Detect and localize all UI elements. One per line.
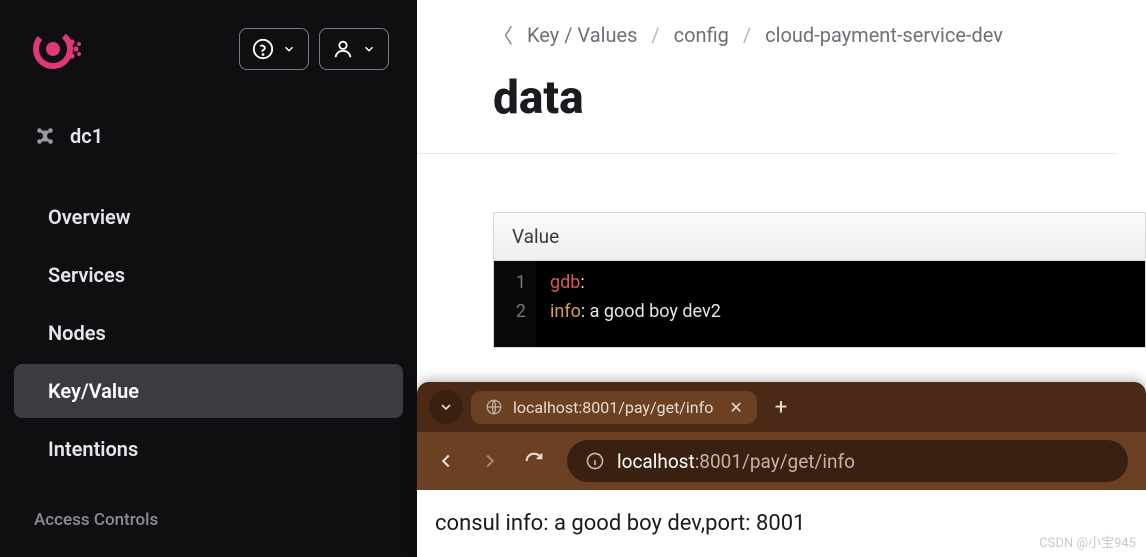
datacenter-selector[interactable]: dc1: [0, 108, 417, 164]
page-text: consul info: a good boy dev,port: 8001: [435, 511, 805, 536]
forward-button[interactable]: [479, 450, 501, 472]
top-controls: [239, 28, 389, 70]
value-header: Value: [494, 213, 1145, 261]
crumb-config[interactable]: config: [674, 23, 729, 47]
yaml-text: : a good boy dev2: [581, 301, 721, 322]
url-path: /pay/get/info: [742, 450, 855, 473]
browser-tab[interactable]: localhost:8001/pay/get/info ✕: [471, 391, 757, 424]
watermark: CSDN @小宝945: [1039, 532, 1136, 551]
breadcrumb: 〈 Key / Values / config / cloud-payment-…: [417, 20, 1146, 53]
nav-keyvalue[interactable]: Key/Value: [14, 364, 403, 418]
yaml-text: :: [580, 272, 584, 293]
info-icon: [585, 451, 605, 471]
url-port: :8001: [695, 450, 742, 473]
code-editor[interactable]: 1 2 gdb: info: a good boy dev2: [494, 261, 1145, 347]
value-panel: Value 1 2 gdb: info: a good boy dev2: [493, 212, 1146, 348]
section-access-controls: Access Controls: [0, 500, 417, 540]
tab-list-button[interactable]: [429, 390, 463, 424]
crumb-sep: /: [743, 23, 751, 47]
code-line: info: a good boy dev2: [550, 298, 721, 327]
help-menu[interactable]: [239, 28, 309, 70]
sidebar: dc1 Overview Services Nodes Key/Value In…: [0, 0, 417, 557]
tab-title: localhost:8001/pay/get/info: [513, 398, 713, 417]
url-host: localhost: [617, 450, 695, 473]
reload-button[interactable]: [523, 450, 545, 472]
crumb-sep: /: [651, 23, 659, 47]
sidebar-top: [0, 0, 417, 86]
code-line: gdb:: [550, 269, 721, 298]
crumb-keyvalues[interactable]: Key / Values: [527, 23, 637, 47]
line-number: 2: [504, 298, 526, 327]
back-chevron-icon[interactable]: 〈: [493, 20, 513, 49]
new-tab-button[interactable]: +: [765, 395, 797, 420]
line-gutter: 1 2: [494, 261, 536, 347]
nav-nodes[interactable]: Nodes: [14, 306, 403, 360]
chevron-down-icon: [362, 42, 376, 56]
nav-intentions[interactable]: Intentions: [14, 422, 403, 476]
user-menu[interactable]: [319, 28, 389, 70]
address-bar[interactable]: localhost:8001/pay/get/info: [567, 440, 1128, 482]
globe-icon: [485, 398, 503, 416]
page-title: data: [417, 53, 1118, 154]
browser-window: localhost:8001/pay/get/info ✕ + localhos…: [417, 382, 1146, 557]
back-button[interactable]: [435, 450, 457, 472]
crumb-service[interactable]: cloud-payment-service-dev: [765, 23, 1003, 47]
nav-overview[interactable]: Overview: [14, 190, 403, 244]
nav: Overview Services Nodes Key/Value Intent…: [0, 190, 417, 476]
toolbar: localhost:8001/pay/get/info: [417, 432, 1146, 490]
chevron-down-icon: [438, 399, 454, 415]
yaml-key: gdb: [550, 272, 580, 293]
mesh-icon: [34, 125, 56, 147]
chevron-down-icon: [282, 42, 296, 56]
tab-bar: localhost:8001/pay/get/info ✕ +: [417, 382, 1146, 432]
line-number: 1: [504, 269, 526, 298]
nav-services[interactable]: Services: [14, 248, 403, 302]
yaml-key: info: [550, 301, 581, 322]
page-body: consul info: a good boy dev,port: 8001: [417, 490, 1146, 557]
close-tab-icon[interactable]: ✕: [729, 398, 742, 417]
consul-logo: [28, 22, 82, 76]
code-body: gdb: info: a good boy dev2: [536, 261, 735, 347]
datacenter-name: dc1: [70, 124, 103, 148]
url-text: localhost:8001/pay/get/info: [617, 450, 855, 473]
